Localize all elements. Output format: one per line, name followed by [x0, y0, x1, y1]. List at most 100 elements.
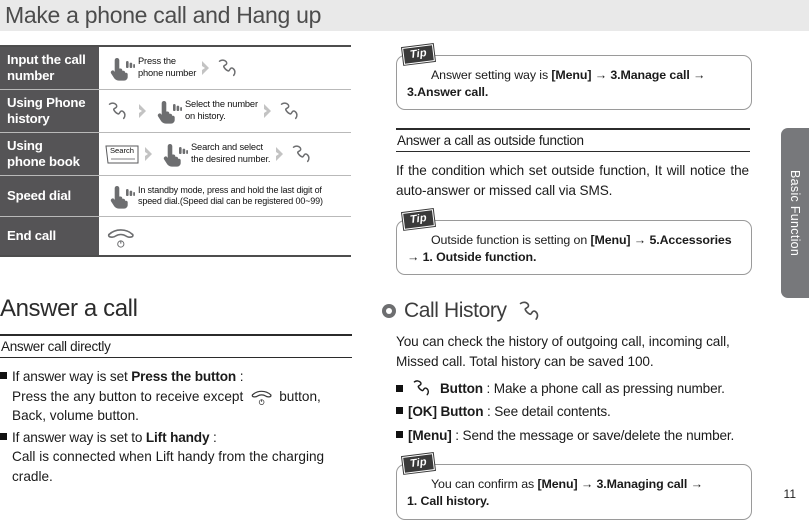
table-row-label: End call [0, 217, 99, 255]
chevron-right-icon [139, 104, 146, 118]
list-item-bold: [OK] Button [408, 404, 484, 420]
tip-bold-3: 1. Outside function. [422, 249, 537, 264]
list-item-bold: [Menu] [408, 427, 452, 443]
bullet-lead-tail: : [236, 369, 244, 384]
sidebar-tab-label: Basic Function [788, 169, 802, 257]
call-method-table: Input the call number Press the phone nu… [0, 45, 351, 257]
list-item: [Menu] : Send the message or save/delete… [396, 426, 752, 445]
table-row-steps: Press the phone number [99, 47, 351, 89]
paragraph-line-2: Missed call. Total history can be saved … [396, 354, 654, 370]
table-row-label: Using phone book [0, 133, 99, 175]
handset-icon [293, 145, 310, 163]
handset-icon [280, 102, 298, 120]
bullet-lead-bold: Lift handy [145, 429, 210, 445]
answer-bullet-2: If answer way is set to Lift handy : Cal… [0, 428, 360, 486]
table-step-text: In standby mode, press and hold the last… [138, 184, 323, 206]
table-row: Speed dial In standby mode, press and ho… [0, 176, 351, 217]
table-row-label: Speed dial [0, 176, 99, 216]
table-row: Input the call number Press the phone nu… [0, 47, 351, 90]
list-item-bold: Button [440, 380, 483, 396]
tip-arrow-2: → [407, 249, 423, 264]
table-row-label: Input the call number [0, 47, 99, 89]
square-bullet-icon [0, 372, 7, 379]
subsection-answer-call-directly: Answer call directly [0, 334, 352, 358]
table-step-text: Select the number on history. [185, 99, 258, 121]
table-row: Using phone book Search Search and selec… [0, 133, 351, 176]
section-title-answer-a-call: Answer a call [0, 295, 138, 322]
hand-press-icon [157, 101, 182, 124]
tip-box-outside-function: Tip Outside function is setting on [Menu… [396, 209, 752, 276]
chevron-right-icon [202, 61, 210, 75]
bullet-lead-plain: If answer way is set [12, 369, 132, 384]
tip-text: You can confirm as [Menu] → 3.Managing c… [407, 476, 741, 509]
bullet-body-line2: cradle. [12, 468, 53, 484]
bullet-lead-bold: Press the button [131, 369, 237, 384]
bullet-body-post: button, [279, 388, 321, 404]
bullet-lead: If answer way is set to Lift handy : [0, 428, 360, 447]
paragraph-call-history: You can check the history of outgoing ca… [396, 332, 749, 371]
chevron-right-icon [145, 147, 152, 161]
tip-arrow-1: → [577, 477, 597, 492]
bullet-body-line2: Back, volume button. [12, 408, 139, 424]
tip-bold-3: 1. Call history. [407, 493, 490, 508]
square-bullet-icon [396, 384, 403, 392]
tip-bold-1: [Menu] [551, 68, 592, 82]
bullet-body-pre: Press the any button to receive except [12, 388, 244, 404]
list-item-rest: : See detail contents. [483, 404, 611, 420]
answer-bullet-1: If answer way is set Press the button : … [0, 367, 360, 426]
hand-press-icon [163, 144, 188, 167]
table-row: Using Phone history Select the number on… [0, 90, 351, 133]
square-bullet-icon [396, 430, 403, 438]
tip-arrow-1: → [630, 232, 650, 247]
list-item-rest: : Make a phone call as pressing number. [482, 380, 725, 396]
tip-badge: Tip [402, 453, 435, 474]
tip-bold-2: 3.Managing call [596, 477, 688, 492]
paragraph-line-1: You can check the history of outgoing ca… [396, 334, 730, 350]
sidebar-tab-basic-function[interactable]: Basic Function [781, 128, 809, 298]
hand-press-icon [110, 186, 135, 209]
table-step-text: Press the phone number [138, 56, 197, 78]
tip-badge: Tip [402, 44, 435, 65]
table-row-steps: Search Search and select the desired num… [99, 133, 351, 175]
tip-plain-1: You can confirm as [431, 477, 538, 492]
end-call-icon [251, 391, 272, 406]
bullet-body-line1: Call is connected when Lift handy from t… [12, 449, 325, 465]
bullet-lead-plain: If answer way is set to [12, 429, 146, 445]
answer-a-call-section: Answer a call Answer call directly If an… [0, 295, 360, 486]
handset-icon [218, 59, 236, 77]
tip-arrow-2: → [689, 68, 706, 82]
tip-bold-1: [Menu] [590, 232, 631, 247]
search-key-label: Search [109, 145, 135, 155]
circle-bullet-icon [382, 304, 396, 319]
tip-box-answer-setting: Tip Answer setting way is [Menu] → 3.Man… [396, 44, 752, 111]
subsection-outside-function: Answer a call as outside function [396, 128, 750, 153]
hand-press-icon [110, 58, 135, 81]
tip-text: Answer setting way is [Menu] → 3.Manage … [407, 67, 741, 100]
list-item-rest: : Send the message or save/delete the nu… [451, 427, 735, 443]
table-row-steps: In standby mode, press and hold the last… [99, 176, 351, 216]
right-column: Tip Answer setting way is [Menu] → 3.Man… [382, 44, 752, 520]
square-bullet-icon [396, 407, 403, 415]
tip-arrow-2: → [687, 477, 703, 492]
bullet-body: Press the any button to receive except b… [0, 386, 360, 406]
tip-plain-1: Outside function is setting on [431, 232, 591, 247]
list-item: Button : Make a phone call as pressing n… [396, 379, 752, 398]
chevron-right-icon [276, 147, 284, 161]
section-title-call-history: Call History [382, 299, 752, 323]
section-title-text: Call History [404, 299, 507, 323]
bullet-lead-tail: : [209, 429, 217, 445]
search-key-icon: Search [105, 144, 139, 165]
tip-plain-1: Answer setting way is [431, 68, 552, 82]
tip-bold-2: 3.Manage call [610, 68, 690, 82]
tip-box-call-history: Tip You can confirm as [Menu] → 3.Managi… [396, 453, 752, 520]
tip-bold-1: [Menu] [537, 477, 578, 492]
list-item: [OK] Button : See detail contents. [396, 402, 752, 421]
chevron-right-icon [263, 104, 271, 118]
tip-bold-3: 3.Answer call. [407, 84, 489, 99]
paragraph-outside-function: If the condition which set outside funct… [396, 163, 749, 199]
table-row: End call [0, 217, 351, 255]
handset-icon [108, 102, 126, 120]
tip-arrow-1: → [591, 68, 611, 82]
table-row-label: Using Phone history [0, 90, 99, 132]
page-number: 11 [783, 487, 796, 501]
